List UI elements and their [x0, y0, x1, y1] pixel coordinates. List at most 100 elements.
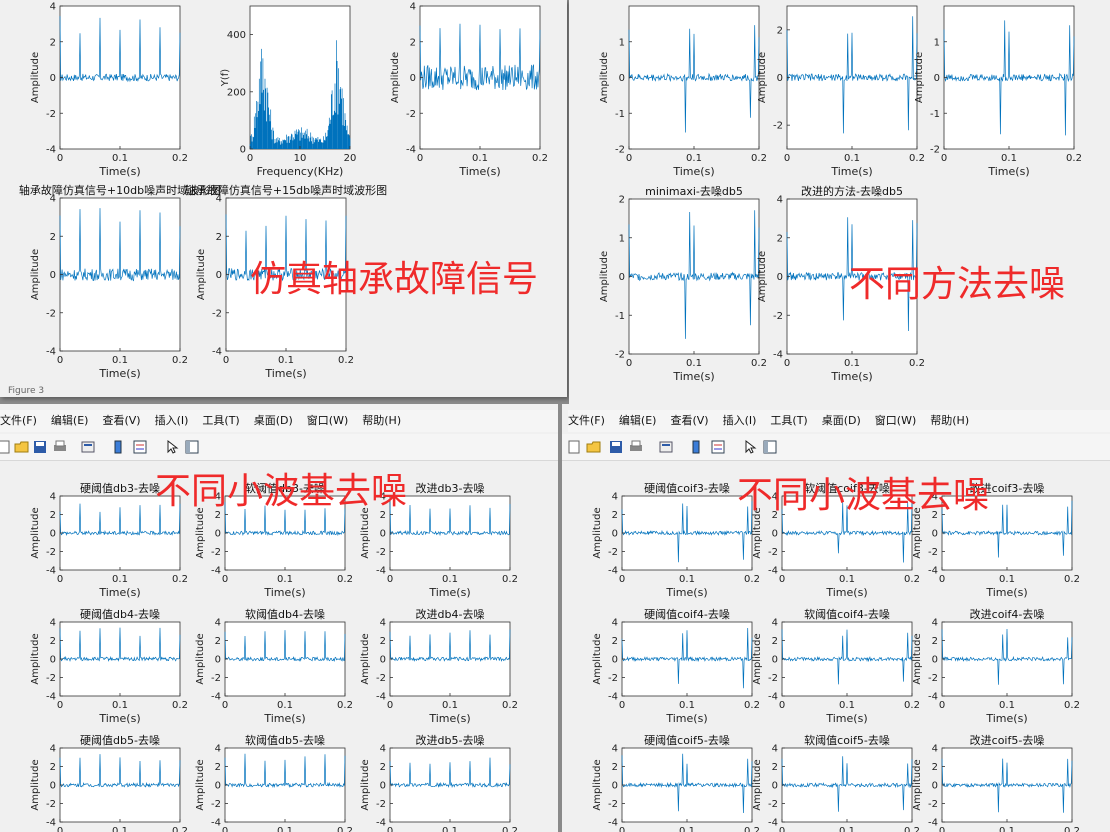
plot-bl9: 420-2-400.10.2Time(s)Amplitude改进db5-去噪 [330, 732, 520, 832]
menu-item-4[interactable]: 工具(T) [202, 410, 239, 432]
menu-item-7[interactable]: 帮助(H) [930, 410, 969, 432]
x-axis-label: Time(s) [98, 367, 140, 380]
y-tick-label: -2 [608, 799, 618, 810]
y-tick-label: -4 [46, 818, 56, 829]
y-tick-label: 0 [932, 781, 938, 792]
y-axis-label: Amplitude [757, 52, 768, 103]
menu-item-0[interactable]: 文件(F) [568, 410, 605, 432]
y-tick-label: 2 [380, 636, 386, 647]
insert-colorbar-icon[interactable] [110, 439, 126, 455]
menu-item-1[interactable]: 编辑(E) [619, 410, 657, 432]
pointer-icon[interactable] [742, 439, 758, 455]
plot-canvas: 420-2-40 0.1 0.2Time(s)Amplitude硬阈值db4-去噪 [30, 607, 188, 725]
menu-item-4[interactable]: 工具(T) [770, 410, 807, 432]
x-tick-label: 0.2 [172, 153, 188, 164]
y-axis-label: Amplitude [912, 759, 923, 810]
y-tick-label: -4 [46, 566, 56, 577]
plot-canvas: 420-2-40 0.1 0.2Time(s)Amplitude [390, 2, 548, 179]
y-tick-label: -4 [928, 566, 938, 577]
y-tick-label: 2 [772, 636, 778, 647]
y-tick-label: -2 [46, 799, 56, 810]
y-axis-label: Amplitude [195, 507, 206, 558]
x-tick-label: 0 [784, 153, 790, 164]
insert-legend-icon[interactable] [710, 439, 726, 455]
save-icon[interactable] [32, 439, 48, 455]
insert-colorbar-icon[interactable] [688, 439, 704, 455]
y-tick-label: -4 [773, 350, 783, 361]
save-icon[interactable] [608, 439, 624, 455]
x-tick-label: 0.1 [112, 700, 128, 711]
menu-item-6[interactable]: 窗口(W) [307, 410, 348, 432]
y-tick-label: 0 [777, 73, 783, 84]
menu-item-6[interactable]: 窗口(W) [875, 410, 916, 432]
insert-legend-icon[interactable] [132, 439, 148, 455]
x-tick-label: 0 [939, 826, 945, 832]
y-tick-label: 0 [612, 529, 618, 540]
plot-title: 硬阈值coif4-去噪 [644, 607, 730, 621]
x-tick-label: 0.1 [686, 358, 702, 369]
y-axis-label: Amplitude [752, 759, 763, 810]
x-tick-label: 0 [57, 574, 63, 585]
x-tick-label: 0 [939, 700, 945, 711]
x-axis-label: Time(s) [264, 367, 306, 380]
plot-title: 改进db3-去噪 [416, 481, 485, 495]
y-tick-label: 2 [932, 636, 938, 647]
y-tick-label: -2 [928, 799, 938, 810]
menu-item-2[interactable]: 查看(V) [670, 410, 708, 432]
menu-item-5[interactable]: 桌面(D) [254, 410, 293, 432]
y-tick-label: 400 [227, 30, 246, 41]
y-tick-label: -2 [211, 547, 221, 558]
y-tick-label: 1 [619, 37, 625, 48]
menu-item-5[interactable]: 桌面(D) [822, 410, 861, 432]
x-tick-label: 0.1 [472, 153, 488, 164]
x-axis-label: Time(s) [458, 165, 500, 178]
y-tick-label: 4 [932, 744, 938, 755]
menu-item-3[interactable]: 插入(I) [155, 410, 189, 432]
y-axis-label: Amplitude [30, 249, 41, 300]
x-tick-label: 0.1 [277, 826, 293, 832]
y-tick-label: 0 [50, 529, 56, 540]
y-axis-label: Amplitude [599, 251, 610, 302]
menu-item-1[interactable]: 编辑(E) [51, 410, 89, 432]
y-tick-label: -2 [608, 673, 618, 684]
menu-item-2[interactable]: 查看(V) [102, 410, 140, 432]
x-tick-label: 0 [222, 574, 228, 585]
menu-item-3[interactable]: 插入(I) [723, 410, 757, 432]
property-editor-icon[interactable] [762, 439, 778, 455]
y-tick-label: 0 [380, 781, 386, 792]
x-tick-label: 0 [784, 358, 790, 369]
y-axis-label: Amplitude [196, 249, 207, 300]
y-tick-label: -2 [773, 121, 783, 132]
plot-title: 硬阈值coif3-去噪 [644, 481, 730, 495]
menu-item-0[interactable]: 文件(F) [0, 410, 37, 432]
pointer-icon[interactable] [164, 439, 180, 455]
y-tick-label: -2 [212, 308, 222, 319]
link-figure-icon[interactable] [80, 439, 96, 455]
y-tick-label: -4 [406, 145, 416, 156]
open-folder-icon[interactable] [14, 439, 30, 455]
print-icon[interactable] [52, 439, 68, 455]
y-axis-label: Amplitude [592, 633, 603, 684]
link-figure-icon[interactable] [658, 439, 674, 455]
print-icon[interactable] [628, 439, 644, 455]
y-tick-label: 0 [772, 529, 778, 540]
x-tick-label: 0.1 [839, 700, 855, 711]
open-folder-icon[interactable] [586, 439, 602, 455]
new-figure-icon[interactable] [0, 439, 12, 455]
x-tick-label: 0.1 [112, 355, 128, 366]
y-axis-label: Amplitude [360, 633, 371, 684]
y-tick-label: 4 [50, 2, 56, 13]
toolbar-left [0, 434, 558, 461]
x-tick-label: 0 [779, 700, 785, 711]
plot-bl4: 4 2 0 -2 -4 0 0.1 0.2 Time(s) Amplitude 硬阈值db4-去噪 [0, 606, 190, 732]
plot-title: 改进coif5-去噪 [970, 733, 1045, 747]
property-editor-icon[interactable] [184, 439, 200, 455]
y-tick-label: 2 [612, 762, 618, 773]
menu-item-7[interactable]: 帮助(H) [362, 410, 401, 432]
y-axis-label: Amplitude [195, 633, 206, 684]
y-tick-label: -2 [406, 109, 416, 120]
y-tick-label: 4 [380, 618, 386, 629]
y-tick-label: 2 [380, 762, 386, 773]
y-tick-label: 4 [612, 492, 618, 503]
new-figure-icon[interactable] [566, 439, 582, 455]
